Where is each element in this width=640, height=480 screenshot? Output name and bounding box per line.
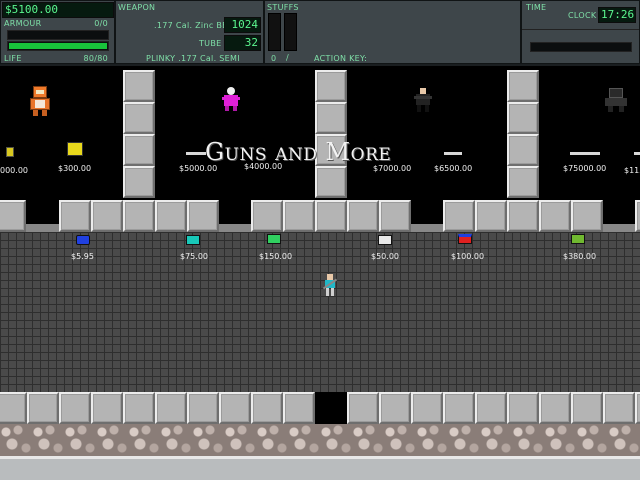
ammo-count: 1024 <box>224 17 261 33</box>
price-label: $100.00 <box>451 252 485 261</box>
stone-wall <box>0 392 640 424</box>
price-label: $380.00 <box>563 252 597 261</box>
machine-gun-icon[interactable] <box>634 152 640 155</box>
ammo-box-icon[interactable] <box>186 235 200 245</box>
weapon-panel: WEAPON .177 Cal. Zinc BB 1024 TUBE 32 PL… <box>115 0 264 64</box>
hud: $5100.00 ARMOUR 0/0 LIFE 80/80 WEAPON .1… <box>0 0 640 66</box>
stuffs-slot-2[interactable] <box>284 13 297 51</box>
white-box-icon[interactable] <box>378 235 392 245</box>
stone-pillar <box>123 70 155 198</box>
ground-floor <box>0 456 640 480</box>
action-key-label: ACTION KEY: <box>314 54 368 63</box>
price-label: $50.00 <box>371 252 399 261</box>
stone-pillar <box>315 70 347 198</box>
price-label: $75.00 <box>180 252 208 261</box>
price-label: $75000.00 <box>563 164 607 173</box>
dark-creature-shopkeeper[interactable] <box>605 88 627 112</box>
player-character <box>322 274 338 296</box>
tube-count: 32 <box>224 35 261 51</box>
tube-label: TUBE <box>199 39 222 48</box>
armour-value: 0/0 <box>94 19 108 28</box>
time-label: TIME <box>526 3 547 12</box>
pink-clown-shopkeeper[interactable] <box>222 87 240 111</box>
price-label: $6500.00 <box>434 164 473 173</box>
weapon-name: PLINKY .177 Cal. SEMI <box>146 54 240 63</box>
price-label: 000.00 <box>0 166 28 175</box>
syringe-icon: ∕ <box>286 53 289 62</box>
clock-display: 17:26 <box>598 7 636 23</box>
life-bar-fill <box>9 43 107 49</box>
price-label: $115 <box>624 166 640 175</box>
stuffs-slot-1[interactable] <box>268 13 281 51</box>
stuffs-panel: STUFFS 0 ∕ ACTION KEY: <box>264 0 521 64</box>
armour-label: ARMOUR <box>4 19 42 28</box>
stone-ledge <box>0 200 640 232</box>
stone-pillar <box>507 70 539 198</box>
green-crate-icon[interactable] <box>571 234 585 244</box>
ammo-type: .177 Cal. Zinc BB <box>154 21 228 30</box>
battery-icon[interactable] <box>458 234 472 244</box>
shotgun-icon[interactable] <box>444 152 462 155</box>
suited-shopkeeper[interactable] <box>414 88 432 112</box>
clock-label: CLOCK <box>568 11 597 20</box>
shop-floor <box>0 232 640 392</box>
shop-title: Guns and More <box>205 138 392 166</box>
price-label: $5.95 <box>71 252 94 261</box>
armour-bar <box>7 30 109 40</box>
life-value: 80/80 <box>83 54 108 63</box>
time-panel: TIME CLOCK 17:26 <box>521 0 640 64</box>
grenade-icon[interactable] <box>6 147 14 157</box>
money-display: $5100.00 <box>2 2 114 18</box>
rock-foundation <box>0 424 640 456</box>
ammo-crate-icon[interactable] <box>67 142 83 156</box>
price-label: $150.00 <box>259 252 293 261</box>
life-bar <box>7 41 109 51</box>
weapon-label: WEAPON <box>118 3 156 12</box>
time-bar <box>530 42 632 52</box>
assault-rifle-icon[interactable] <box>570 152 600 155</box>
status-panel: $5100.00 ARMOUR 0/0 LIFE 80/80 <box>0 0 115 64</box>
price-label: $300.00 <box>58 164 92 173</box>
stuffs-label: STUFFS <box>267 3 299 12</box>
medkit-icon[interactable] <box>267 234 281 244</box>
stuffs-slot-count: 0 <box>271 54 277 63</box>
life-label: LIFE <box>4 54 22 63</box>
ammo-bag-icon[interactable] <box>76 235 90 245</box>
rifle-icon[interactable] <box>186 152 206 155</box>
orange-robot-shopkeeper[interactable] <box>30 86 50 116</box>
